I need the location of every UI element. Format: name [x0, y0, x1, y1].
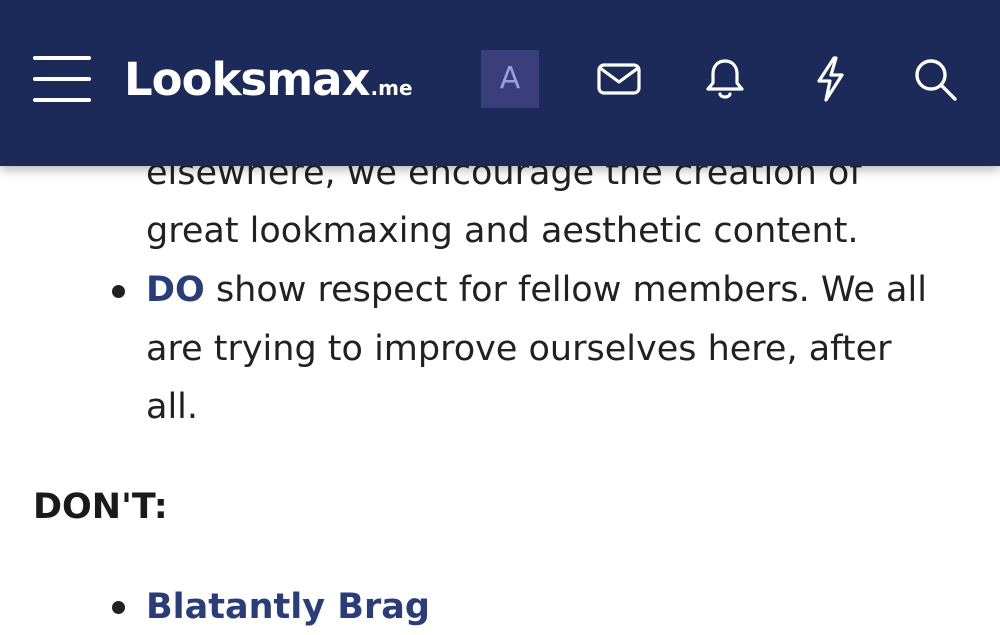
- logo-text: Looksmax: [124, 53, 370, 106]
- site-logo[interactable]: Looksmax .me: [124, 50, 413, 110]
- page: elsewhere, we encourage the creation of …: [0, 0, 1000, 635]
- mail-icon[interactable]: [594, 54, 644, 104]
- rules-text-line: great lookmaxing and aesthetic content.: [146, 211, 859, 251]
- do-item-text-line-3: all.: [146, 387, 199, 427]
- do-keyword: DO: [146, 270, 205, 310]
- do-item-text-line-2: are trying to improve ourselves here, af…: [146, 329, 892, 369]
- search-icon[interactable]: [910, 54, 960, 104]
- list-bullet: [112, 285, 125, 298]
- list-bullet: [112, 601, 125, 614]
- logo-suffix: .me: [370, 76, 413, 100]
- do-item-text: show respect for fellow members. We all: [204, 270, 927, 310]
- bell-icon[interactable]: [700, 54, 750, 104]
- top-nav-bar: Looksmax .me A: [0, 0, 1000, 166]
- dont-heading: DON'T:: [33, 487, 168, 527]
- do-list-item: DO show respect for fellow members. We a…: [146, 267, 927, 313]
- avatar[interactable]: A: [481, 50, 539, 108]
- menu-icon[interactable]: [33, 56, 91, 104]
- bolt-icon[interactable]: [805, 54, 855, 104]
- dont-item-blatantly-brag[interactable]: Blatantly Brag: [146, 584, 430, 630]
